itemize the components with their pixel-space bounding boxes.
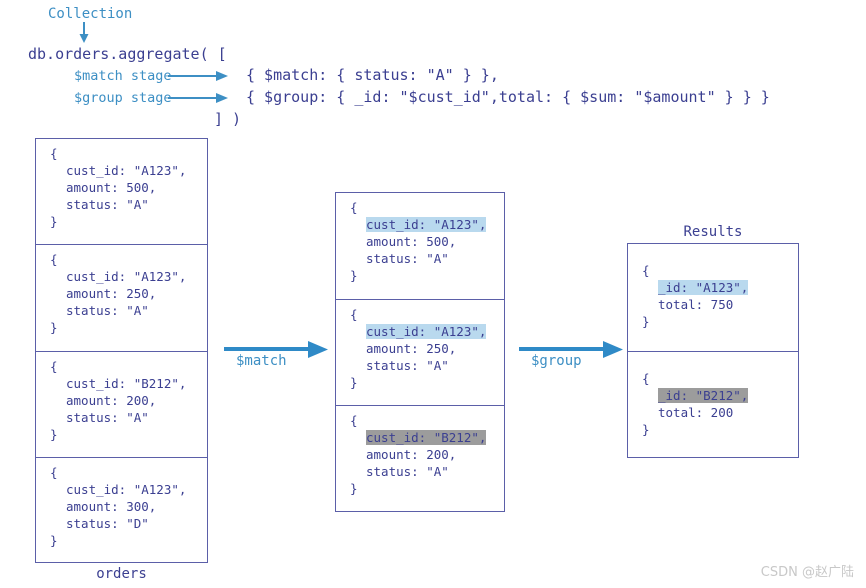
doc-field-cust-id: cust_id: "A123", bbox=[66, 163, 187, 178]
doc-close-brace: } bbox=[50, 214, 58, 229]
doc-field-cust-id: cust_id: "A123", bbox=[350, 323, 504, 340]
doc-field-status: status: "A" bbox=[366, 357, 449, 373]
doc-field-status: status: "A" bbox=[366, 464, 449, 480]
doc-close-brace: } bbox=[350, 374, 358, 390]
doc-open-brace: { bbox=[350, 413, 358, 429]
doc-field-status: status: "A" bbox=[66, 409, 149, 425]
orders-document: { cust_id: "B212", amount: 200, status: … bbox=[36, 352, 207, 458]
match-stage-annotation-label: $match stage bbox=[74, 68, 172, 84]
code-line-match-stage: { $match: { status: "A" } }, bbox=[246, 66, 499, 84]
doc-close-brace: } bbox=[642, 314, 650, 329]
doc-field-cust-id: cust_id: "B212", bbox=[350, 429, 504, 446]
watermark: CSDN @赵广陆 bbox=[760, 565, 854, 580]
doc-open-brace: { bbox=[50, 146, 58, 161]
orders-document: { cust_id: "A123", amount: 250, status: … bbox=[36, 245, 207, 352]
doc-field-amount: amount: 250, bbox=[66, 286, 157, 302]
match-flow-arrow-label: $match bbox=[236, 353, 287, 369]
doc-field-cust-id: cust_id: "A123", bbox=[350, 216, 504, 233]
doc-field-amount: amount: 250, bbox=[366, 340, 457, 356]
doc-close-brace: } bbox=[642, 421, 650, 437]
group-stage-pointer-arrow-icon bbox=[168, 93, 228, 103]
matched-document: { cust_id: "B212", amount: 200, status: … bbox=[336, 406, 504, 513]
id-highlight: _id: "A123", bbox=[658, 280, 749, 295]
doc-field-status: status: "A" bbox=[66, 303, 149, 319]
group-flow-arrow-label: $group bbox=[531, 353, 582, 369]
code-line-group-stage: { $group: { _id: "$cust_id",total: { $su… bbox=[246, 88, 770, 106]
orders-collection-caption: orders bbox=[96, 566, 147, 582]
doc-close-brace: } bbox=[50, 426, 58, 442]
doc-open-brace: { bbox=[642, 370, 650, 386]
doc-field-cust-id: cust_id: "B212", bbox=[66, 375, 187, 391]
result-document: { _id: "A123", total: 750 } bbox=[628, 244, 798, 352]
doc-field-status: status: "A" bbox=[366, 251, 449, 266]
code-line-aggregate-close: ] ) bbox=[214, 110, 242, 128]
match-stage-pointer-arrow-icon bbox=[168, 71, 228, 81]
orders-document: { cust_id: "A123", amount: 300, status: … bbox=[36, 458, 207, 564]
doc-field-total: total: 750 bbox=[658, 297, 734, 312]
doc-field-cust-id: cust_id: "A123", bbox=[66, 481, 187, 497]
doc-field-status: status: "A" bbox=[66, 197, 149, 212]
doc-field-id: _id: "A123", bbox=[642, 279, 798, 296]
doc-close-brace: } bbox=[50, 532, 58, 548]
matched-document: { cust_id: "A123", amount: 250, status: … bbox=[336, 300, 504, 407]
collection-annotation-label: Collection bbox=[48, 6, 133, 22]
doc-field-total: total: 200 bbox=[658, 404, 734, 420]
group-stage-annotation-label: $group stage bbox=[74, 90, 172, 106]
doc-open-brace: { bbox=[350, 200, 358, 215]
id-highlight: _id: "B212", bbox=[658, 387, 749, 403]
matched-documents-box: { cust_id: "A123", amount: 500, status: … bbox=[335, 192, 505, 512]
results-caption: Results bbox=[683, 224, 743, 240]
doc-field-amount: amount: 200, bbox=[66, 392, 157, 408]
cust-id-highlight: cust_id: "A123", bbox=[366, 323, 487, 339]
doc-close-brace: } bbox=[50, 320, 58, 336]
doc-field-amount: amount: 300, bbox=[66, 498, 157, 514]
doc-close-brace: } bbox=[350, 268, 358, 283]
doc-open-brace: { bbox=[350, 306, 358, 322]
doc-open-brace: { bbox=[50, 252, 58, 268]
cust-id-highlight: cust_id: "A123", bbox=[366, 217, 487, 232]
doc-field-cust-id: cust_id: "A123", bbox=[66, 269, 187, 285]
results-box: { _id: "A123", total: 750 } { _id: "B212… bbox=[627, 243, 799, 458]
orders-document: { cust_id: "A123", amount: 500, status: … bbox=[36, 139, 207, 246]
doc-field-id: _id: "B212", bbox=[642, 387, 798, 404]
doc-open-brace: { bbox=[50, 358, 58, 374]
cust-id-highlight: cust_id: "B212", bbox=[366, 430, 487, 446]
result-document: { _id: "B212", total: 200 } bbox=[628, 352, 798, 460]
doc-open-brace: { bbox=[50, 464, 58, 480]
doc-open-brace: { bbox=[642, 263, 650, 278]
diagram-canvas: Collection db.orders.aggregate( [ $match… bbox=[0, 0, 866, 588]
doc-close-brace: } bbox=[350, 481, 358, 497]
code-line-aggregate-open: db.orders.aggregate( [ bbox=[28, 45, 227, 63]
orders-collection-box: { cust_id: "A123", amount: 500, status: … bbox=[35, 138, 208, 563]
doc-field-amount: amount: 500, bbox=[366, 234, 457, 249]
doc-field-amount: amount: 500, bbox=[66, 180, 157, 195]
doc-field-status: status: "D" bbox=[66, 515, 149, 531]
doc-field-amount: amount: 200, bbox=[366, 447, 457, 463]
matched-document: { cust_id: "A123", amount: 500, status: … bbox=[336, 193, 504, 300]
